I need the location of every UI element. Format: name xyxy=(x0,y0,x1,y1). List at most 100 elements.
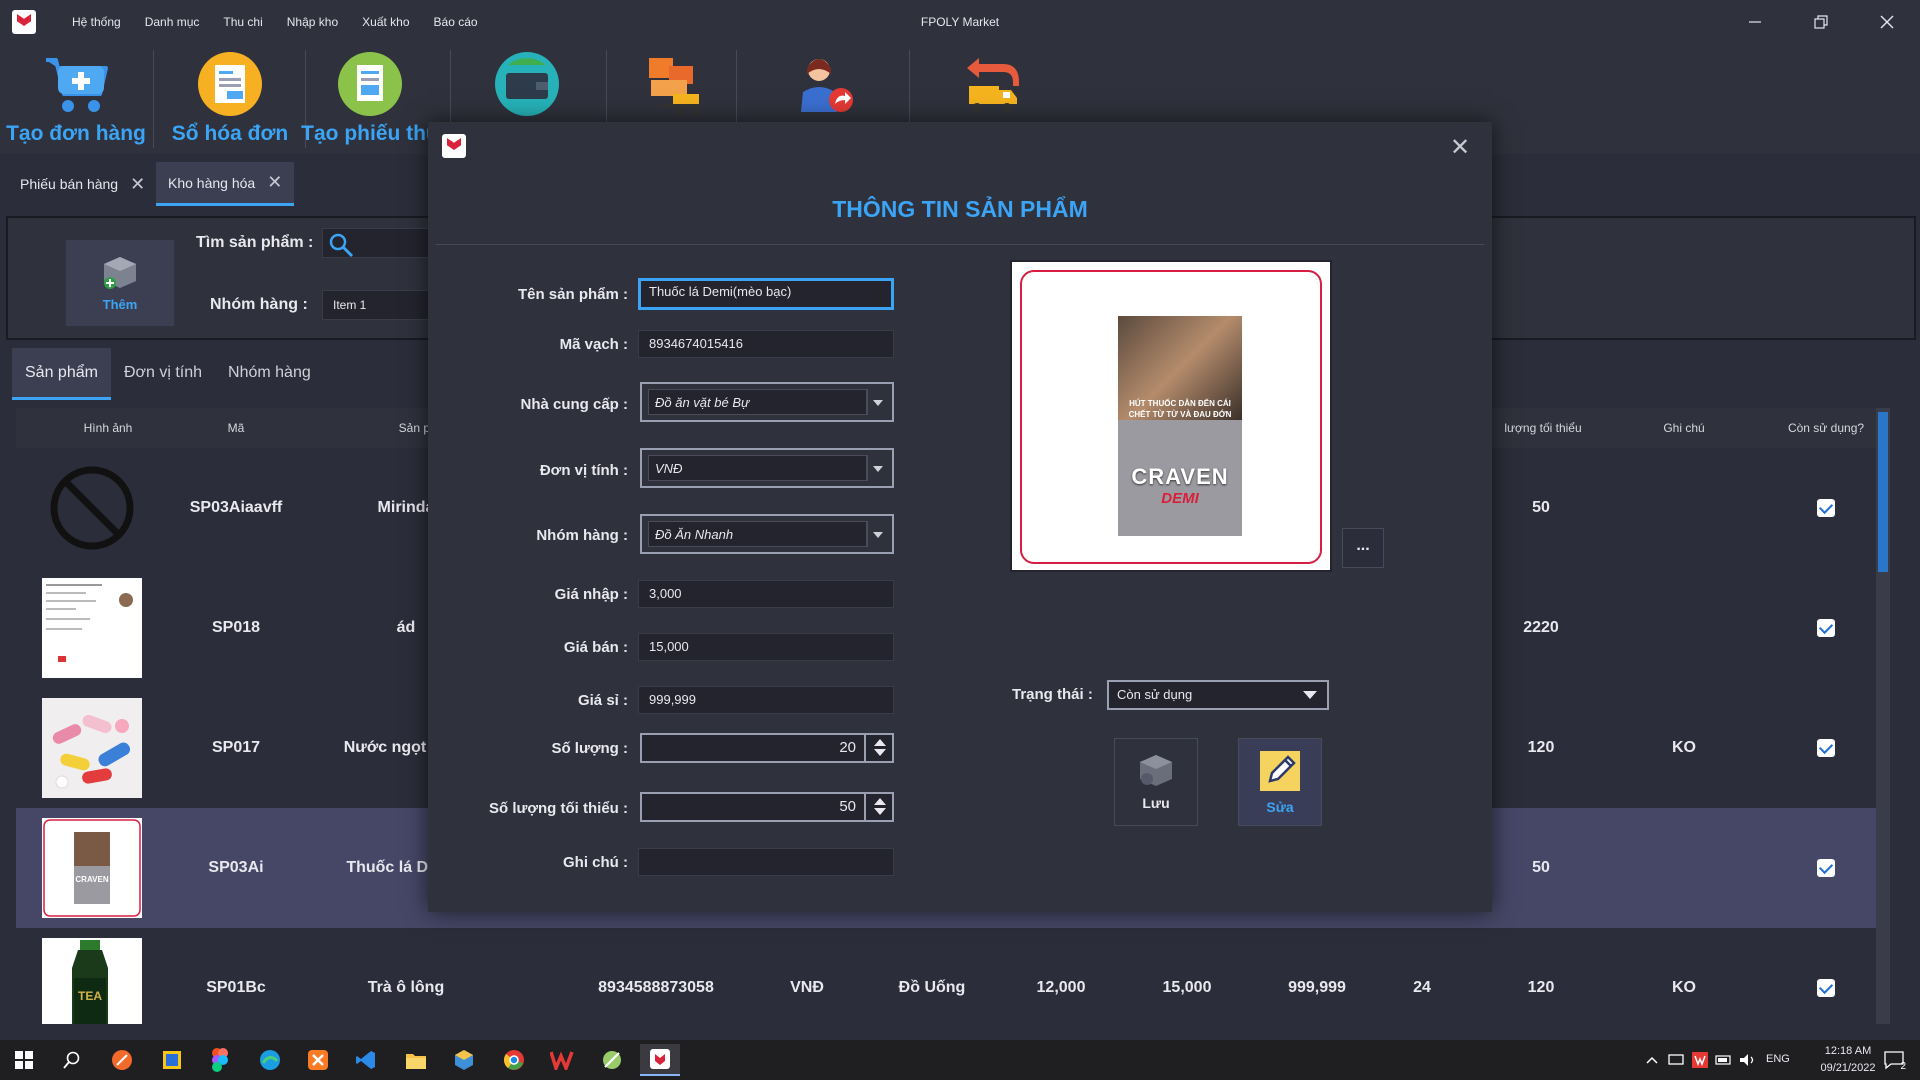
minimize-icon xyxy=(1749,21,1761,23)
barcode-field[interactable]: 8934674015416 xyxy=(638,330,894,358)
col-note: Ghi chú xyxy=(1663,421,1705,435)
menu-xuat-kho[interactable]: Xuất kho xyxy=(350,0,421,44)
menu-thu-chi[interactable]: Thu chi xyxy=(211,0,274,44)
active-checkbox[interactable] xyxy=(1817,619,1835,637)
cell-note: KO xyxy=(1672,739,1696,756)
cell-name: Trà ô lông xyxy=(367,979,445,996)
col-image: Hình ảnh xyxy=(83,421,133,435)
table-row[interactable]: TEA SP01Bc Trà ô lông 8934588873058 VNĐ … xyxy=(16,928,1888,1024)
qty-label: Số lượng : xyxy=(551,740,628,757)
close-tab-icon[interactable]: ✕ xyxy=(267,172,282,193)
unit-select[interactable]: VNĐ xyxy=(640,448,894,488)
quantity-stepper[interactable]: 20 xyxy=(640,733,894,763)
dialog-title: THÔNG TIN SẢN PHẨM xyxy=(832,196,1088,222)
cell-code: SP01Bc xyxy=(206,979,266,996)
vscode-icon[interactable] xyxy=(346,1044,386,1076)
no-image-icon xyxy=(42,458,142,558)
status-select[interactable]: Còn sử dụng xyxy=(1107,680,1329,710)
dialog-close-button[interactable]: ✕ xyxy=(1444,132,1476,164)
product-group-label: Nhóm hàng : xyxy=(210,296,308,313)
product-name-field[interactable]: Thuốc lá Demi(mèo bạc) xyxy=(638,278,894,310)
sell-price-field[interactable]: 15,000 xyxy=(638,633,894,661)
app-drawing-icon[interactable] xyxy=(592,1044,632,1076)
app-cube-icon[interactable] xyxy=(444,1044,484,1076)
wholesale-price-field[interactable]: 999,999 xyxy=(638,686,894,714)
staff-forward-icon xyxy=(789,50,857,118)
table-scrollbar[interactable] xyxy=(1876,408,1890,1024)
chrome-icon[interactable] xyxy=(494,1044,534,1076)
min-quantity-stepper[interactable]: 50 xyxy=(640,792,894,822)
close-tab-icon[interactable]: ✕ xyxy=(130,174,145,195)
note-field[interactable] xyxy=(638,848,894,876)
search-input[interactable] xyxy=(322,228,432,258)
fpoly-market-taskbar-icon[interactable] xyxy=(640,1044,680,1076)
create-receipt-button[interactable]: Tạo phiếu thu xyxy=(300,44,440,154)
chevron-up-icon[interactable] xyxy=(1640,1044,1664,1076)
device-icon[interactable] xyxy=(1664,1044,1688,1076)
active-checkbox[interactable] xyxy=(1817,499,1835,517)
app-figma-icon[interactable] xyxy=(200,1044,240,1076)
return-truck-icon xyxy=(957,50,1025,118)
app-logo-icon xyxy=(12,10,36,34)
tab-nhom-hang[interactable]: Nhóm hàng xyxy=(215,348,324,400)
supplier-select[interactable]: Đồ ăn vặt bé Bự xyxy=(640,382,894,422)
cell-min: 120 xyxy=(1527,979,1555,996)
language-indicator[interactable]: ENG xyxy=(1766,1053,1790,1065)
minimize-button[interactable] xyxy=(1722,0,1788,44)
stepper-arrows-icon[interactable] xyxy=(864,794,892,820)
menu-danh-muc[interactable]: Danh mục xyxy=(133,0,212,44)
add-product-button[interactable]: Thêm xyxy=(66,240,174,326)
tab-don-vi-tinh[interactable]: Đơn vị tính xyxy=(111,348,215,400)
close-window-button[interactable] xyxy=(1854,0,1920,44)
tab-label: Phiếu bán hàng xyxy=(20,176,119,192)
active-checkbox[interactable] xyxy=(1817,739,1835,757)
file-explorer-icon[interactable] xyxy=(396,1044,436,1076)
tab-kho-hang-hoa[interactable]: Kho hàng hóa ✕ xyxy=(156,162,295,206)
search-icon[interactable] xyxy=(52,1044,92,1076)
group-select[interactable]: Đồ Ăn Nhanh xyxy=(640,514,894,554)
cell-code: SP03Aiaavff xyxy=(189,499,283,516)
cell-unit: VNĐ xyxy=(790,979,824,996)
restore-button[interactable] xyxy=(1788,0,1854,44)
notification-count: 2 xyxy=(1900,1061,1906,1072)
buy-price-field[interactable]: 3,000 xyxy=(638,580,894,608)
app-editor-icon[interactable] xyxy=(152,1044,192,1076)
app-orange-icon[interactable] xyxy=(102,1044,142,1076)
pack-sub: DEMI xyxy=(1161,490,1199,507)
tab-phieu-ban-hang[interactable]: Phiếu bán hàng ✕ xyxy=(8,162,157,206)
battery-icon[interactable] xyxy=(1712,1044,1736,1076)
windows-start-icon[interactable] xyxy=(4,1044,44,1076)
close-icon xyxy=(1880,15,1894,29)
edit-button[interactable]: Sửa xyxy=(1238,738,1322,826)
menu-nhap-kho[interactable]: Nhập kho xyxy=(275,0,350,44)
app-xampp-icon[interactable] xyxy=(298,1044,338,1076)
stepper-arrows-icon[interactable] xyxy=(864,735,892,761)
wps-office-icon[interactable] xyxy=(542,1044,582,1076)
taskbar: ENG 12:18 AM 09/21/2022 2 xyxy=(0,1040,1920,1080)
product-thumbnail xyxy=(42,698,142,798)
active-checkbox[interactable] xyxy=(1817,859,1835,877)
notification-icon[interactable]: 2 xyxy=(1876,1044,1912,1076)
save-box-icon xyxy=(1140,755,1172,786)
invoices-button[interactable]: Sổ hóa đơn xyxy=(160,44,300,154)
menu-he-thong[interactable]: Hệ thống xyxy=(60,0,133,44)
active-checkbox[interactable] xyxy=(1817,979,1835,997)
menu-bao-cao[interactable]: Báo cáo xyxy=(422,0,490,44)
create-order-button[interactable]: Tạo đơn hàng xyxy=(6,44,146,154)
chevron-down-icon[interactable] xyxy=(866,521,888,547)
min-quantity-value: 50 xyxy=(839,798,856,815)
save-button[interactable]: Lưu xyxy=(1114,738,1198,826)
scrollbar-thumb[interactable] xyxy=(1878,412,1888,572)
cell-group: Đồ Uống xyxy=(898,979,966,996)
tab-san-pham[interactable]: Sản phẩm xyxy=(12,348,111,400)
pack-brand: CRAVEN xyxy=(1131,464,1229,489)
search-icon xyxy=(329,233,354,258)
volume-icon[interactable] xyxy=(1736,1044,1760,1076)
edge-browser-icon[interactable] xyxy=(250,1044,290,1076)
chevron-down-icon[interactable] xyxy=(866,455,888,481)
browse-image-button[interactable]: ... xyxy=(1342,528,1384,568)
supplier-label: Nhà cung cấp : xyxy=(520,396,628,413)
group-select[interactable]: Item 1 xyxy=(322,290,432,320)
chevron-down-icon[interactable] xyxy=(866,389,888,415)
wps-tray-icon[interactable] xyxy=(1688,1044,1712,1076)
